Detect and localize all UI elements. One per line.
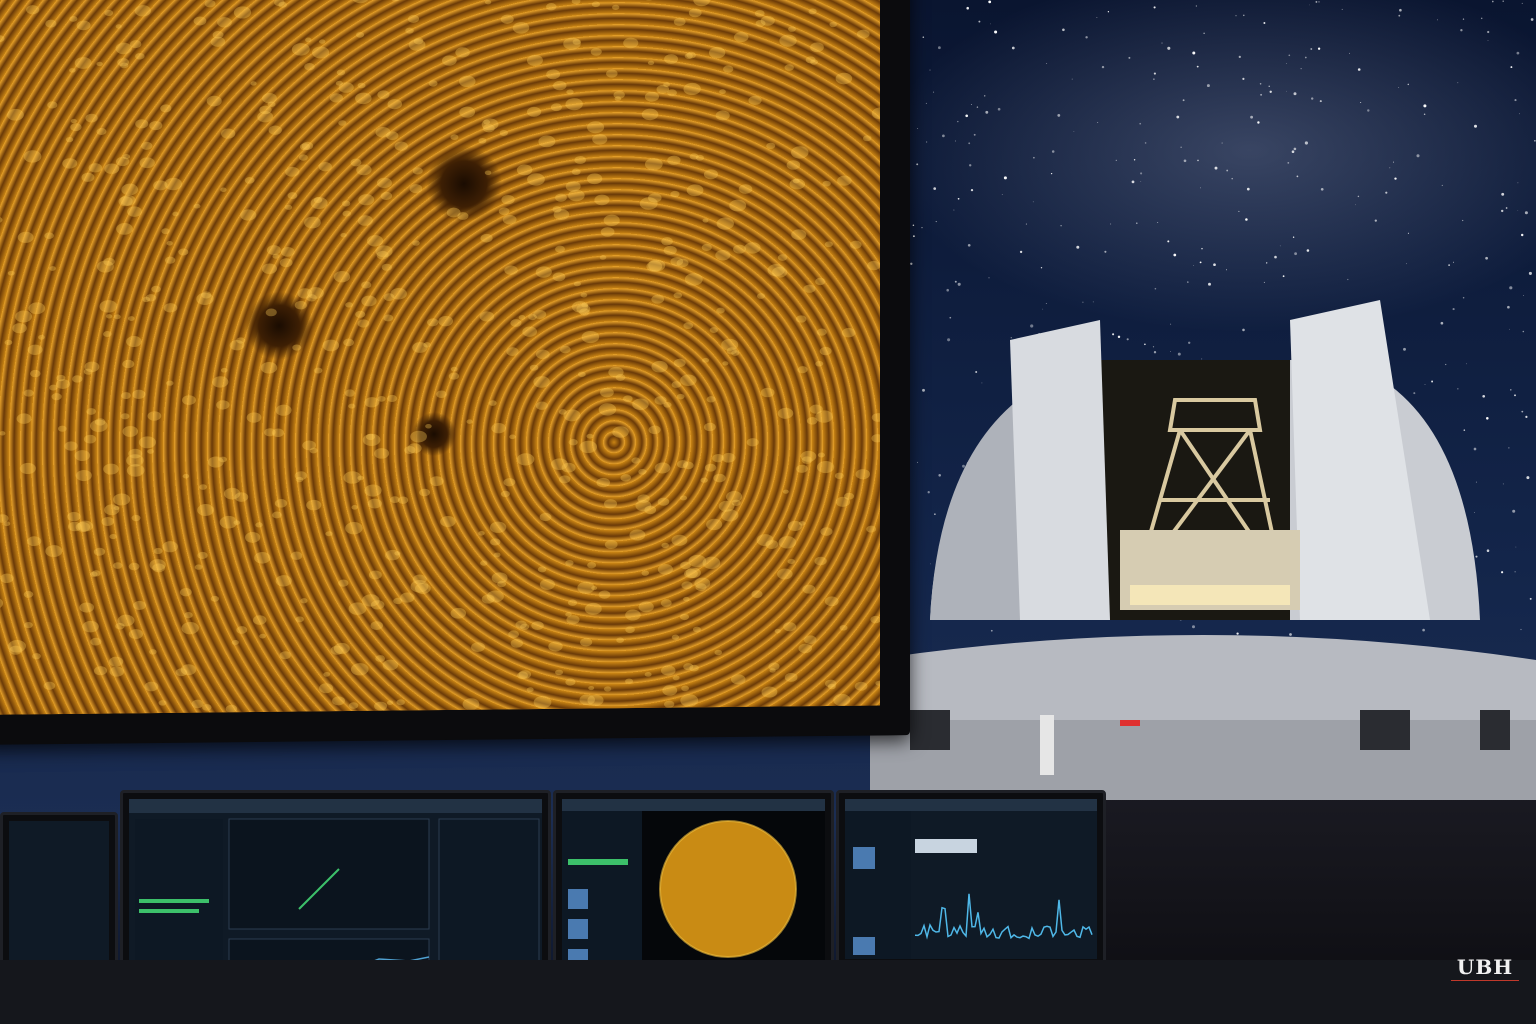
control-monitor-4	[836, 790, 1106, 968]
observatory-dome	[870, 300, 1536, 800]
spectrum-line	[914, 893, 1093, 940]
solar-surface-image	[0, 0, 880, 715]
photo-scene: UBH	[0, 0, 1536, 1024]
ubh-logo: UBH	[1445, 955, 1525, 993]
solar-display-monitor	[0, 0, 910, 745]
control-desk	[0, 960, 1536, 1024]
spectrum-screen	[845, 799, 1097, 959]
spectrum-graph	[845, 799, 1097, 959]
logo-rule	[1451, 980, 1519, 981]
solar-granulation	[0, 0, 880, 713]
logo-text: UBH	[1456, 955, 1514, 979]
